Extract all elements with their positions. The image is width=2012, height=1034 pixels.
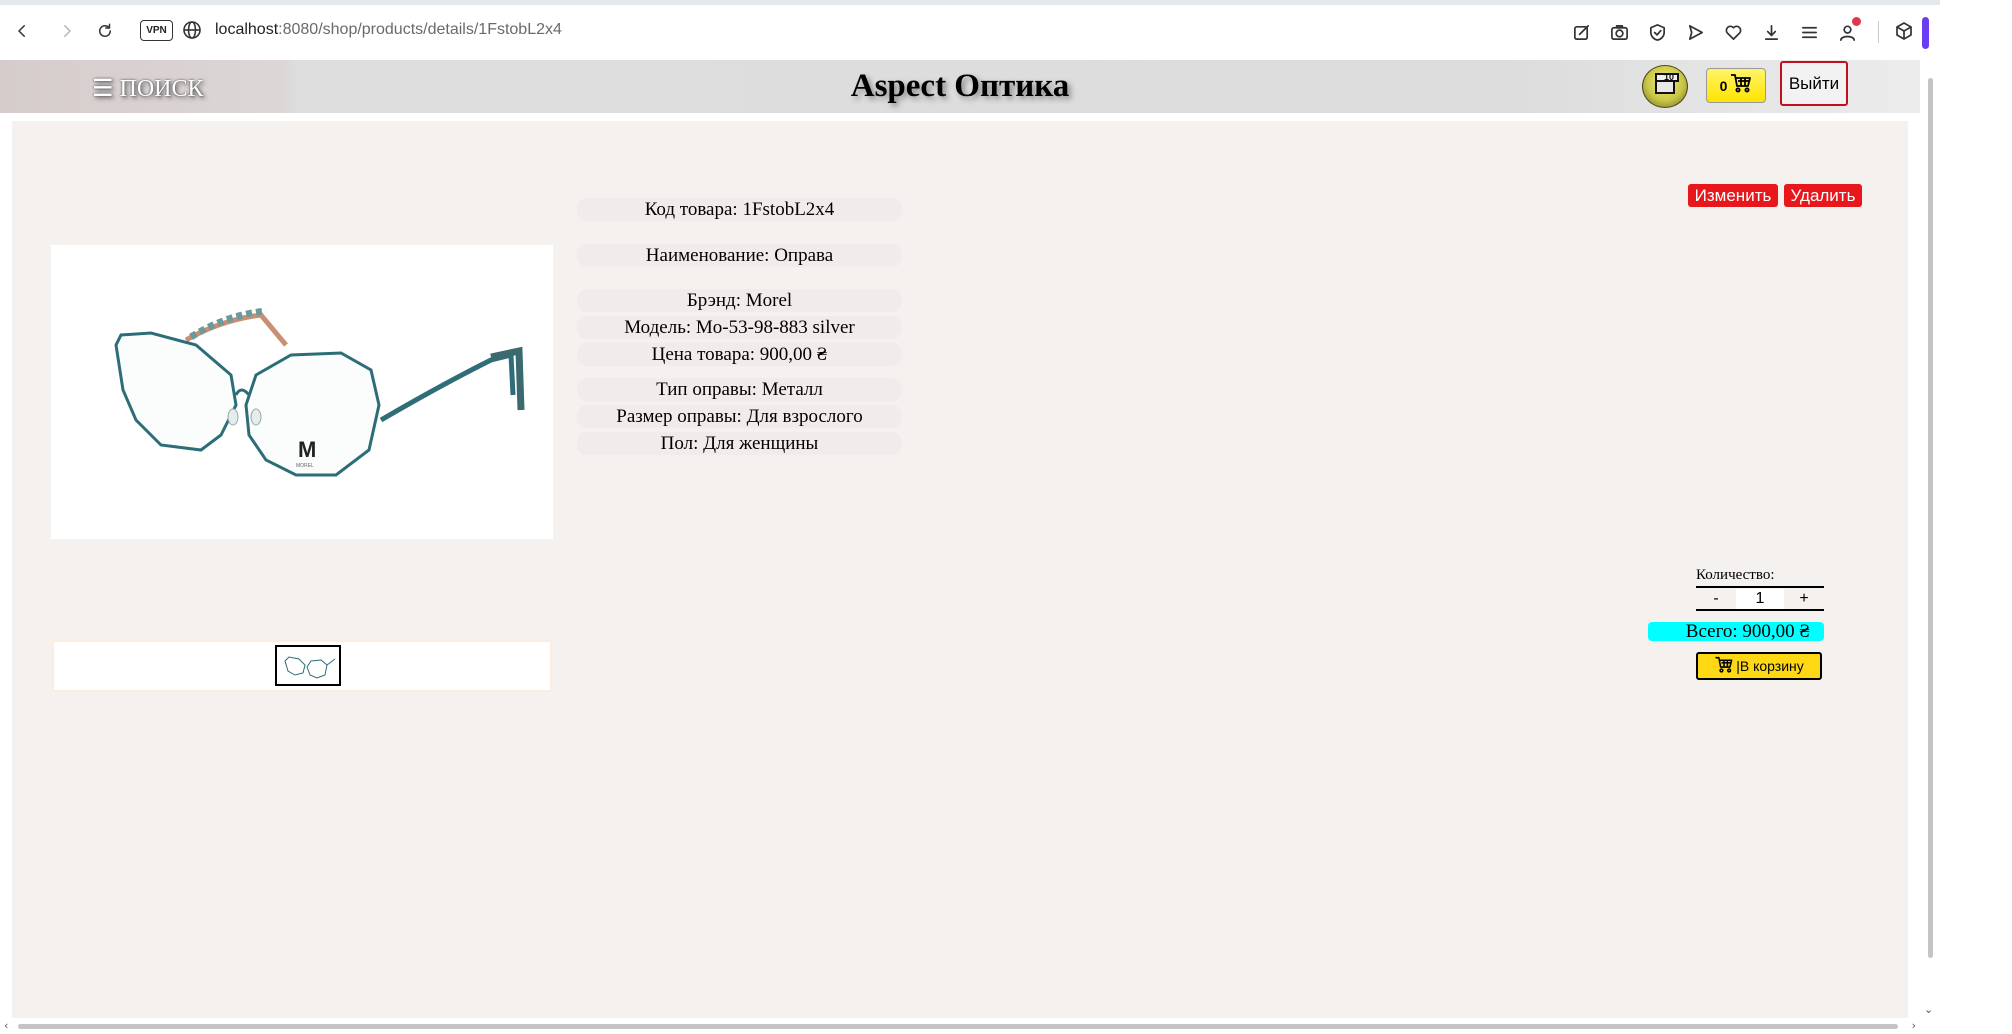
frame-type-label: Тип оправы:: [656, 379, 762, 400]
product-image[interactable]: M MOREL: [51, 245, 553, 539]
total-label: Всего:: [1685, 621, 1743, 642]
frame-size-value: Для взрослого: [746, 406, 863, 427]
add-to-cart-label: |В корзину: [1736, 658, 1804, 674]
product-name: Наименование: Оправа: [577, 244, 902, 267]
frame-size-label: Размер оправы:: [616, 406, 747, 427]
delete-button[interactable]: Удалить: [1784, 184, 1862, 207]
product-model-value: Mo-53-98-883 silver: [695, 317, 855, 338]
globe-icon[interactable]: [182, 20, 202, 40]
thumbnail-strip: [52, 640, 552, 692]
gender-value: Для женщины: [703, 433, 819, 454]
url-path: :8080/shop/products/details/1FstobL2x4: [278, 21, 562, 38]
add-to-cart-button[interactable]: |В корзину: [1696, 652, 1822, 680]
product-model-label: Модель:: [624, 317, 696, 338]
product-frame-type: Тип оправы: Металл: [577, 378, 902, 401]
orders-count: 10: [1664, 72, 1675, 82]
sidebar-toggle[interactable]: [1922, 17, 1929, 49]
total-value: 900,00 ₴: [1742, 621, 1810, 642]
vertical-scroll-thumb[interactable]: [1928, 78, 1933, 958]
cart-button[interactable]: 0: [1706, 68, 1766, 103]
cart-count: 0: [1719, 77, 1728, 94]
site-title: Aspect Оптика: [850, 68, 1070, 104]
quantity-label: Количество:: [1696, 567, 1775, 583]
glasses-image: M MOREL: [114, 307, 525, 477]
send-icon[interactable]: [1684, 21, 1706, 43]
product-price: Цена товара: 900,00 ₴: [577, 343, 902, 366]
frame-type-value: Металл: [761, 379, 823, 400]
scroll-right-arrow-icon[interactable]: ›: [1912, 1019, 1916, 1032]
quantity-top-line: [1696, 586, 1824, 588]
svg-text:MOREL: MOREL: [296, 463, 314, 469]
product-name-label: Наименование:: [645, 245, 775, 266]
quantity-decrease-button[interactable]: -: [1696, 589, 1736, 609]
product-code: Код товара: 1FstobL2x4: [577, 198, 902, 221]
forward-icon[interactable]: [55, 19, 79, 43]
url-host: localhost: [215, 21, 279, 38]
product-name-value: Оправа: [774, 245, 834, 266]
svg-text:M: M: [298, 437, 316, 462]
product-code-label: Код товара:: [644, 199, 743, 220]
quantity-increase-button[interactable]: +: [1784, 589, 1824, 609]
vertical-scrollbar[interactable]: ⌄: [1920, 60, 1940, 1020]
horizontal-scroll-thumb[interactable]: [18, 1024, 1898, 1029]
logout-button[interactable]: Выйти: [1780, 61, 1848, 106]
product-frame-size: Размер оправы: Для взрослого: [577, 405, 902, 428]
address-bar[interactable]: localhost:8080/shop/products/details/1Fs…: [215, 19, 562, 41]
horizontal-scrollbar[interactable]: ‹ ›: [0, 1018, 1920, 1034]
toolbar-separator: [1878, 21, 1879, 43]
product-code-value: 1FstobL2x4: [742, 199, 835, 220]
camera-icon[interactable]: [1608, 21, 1630, 43]
edit-button[interactable]: Изменить: [1688, 184, 1778, 207]
product-brand-label: Брэнд:: [686, 290, 746, 311]
thumbnail-image[interactable]: [275, 645, 341, 686]
product-model: Модель: Mo-53-98-883 silver: [577, 316, 902, 339]
cart-icon: [1714, 656, 1734, 676]
heart-icon[interactable]: [1722, 21, 1744, 43]
gender-label: Пол:: [660, 433, 704, 454]
product-price-label: Цена товара:: [651, 344, 760, 365]
product-brand-value: Morel: [745, 290, 793, 311]
quantity-input[interactable]: 1: [1736, 589, 1784, 609]
browser-tools: [1570, 17, 1861, 43]
profile-icon[interactable]: [1836, 17, 1861, 43]
shield-check-icon[interactable]: [1646, 21, 1668, 43]
menu-lines-icon[interactable]: [1798, 21, 1820, 43]
notification-dot: [1852, 17, 1861, 26]
vpn-badge[interactable]: VPN: [140, 20, 173, 41]
product-brand: Брэнд: Morel: [577, 289, 902, 312]
cart-icon: [1730, 73, 1752, 98]
product-price-value: 900,00 ₴: [759, 344, 828, 365]
reload-icon[interactable]: [93, 19, 117, 43]
quantity-bottom-line: [1696, 609, 1824, 611]
total-price: Всего: 900,00 ₴: [1648, 622, 1824, 641]
browser-toolbar: VPN localhost:8080/shop/products/details…: [0, 5, 1940, 57]
site-header: ☰ ПОИСК Aspect Оптика: [0, 60, 1920, 113]
product-gender: Пол: Для женщины: [577, 432, 902, 455]
cube-icon[interactable]: [1894, 21, 1916, 43]
back-icon[interactable]: [10, 19, 34, 43]
scroll-down-arrow-icon[interactable]: ⌄: [1924, 1003, 1933, 1016]
download-icon[interactable]: [1760, 21, 1782, 43]
browser-side-area: [1940, 0, 2012, 1034]
scroll-left-arrow-icon[interactable]: ‹: [4, 1019, 8, 1032]
orders-icon[interactable]: 10: [1642, 65, 1688, 108]
edit-note-icon[interactable]: [1570, 21, 1592, 43]
